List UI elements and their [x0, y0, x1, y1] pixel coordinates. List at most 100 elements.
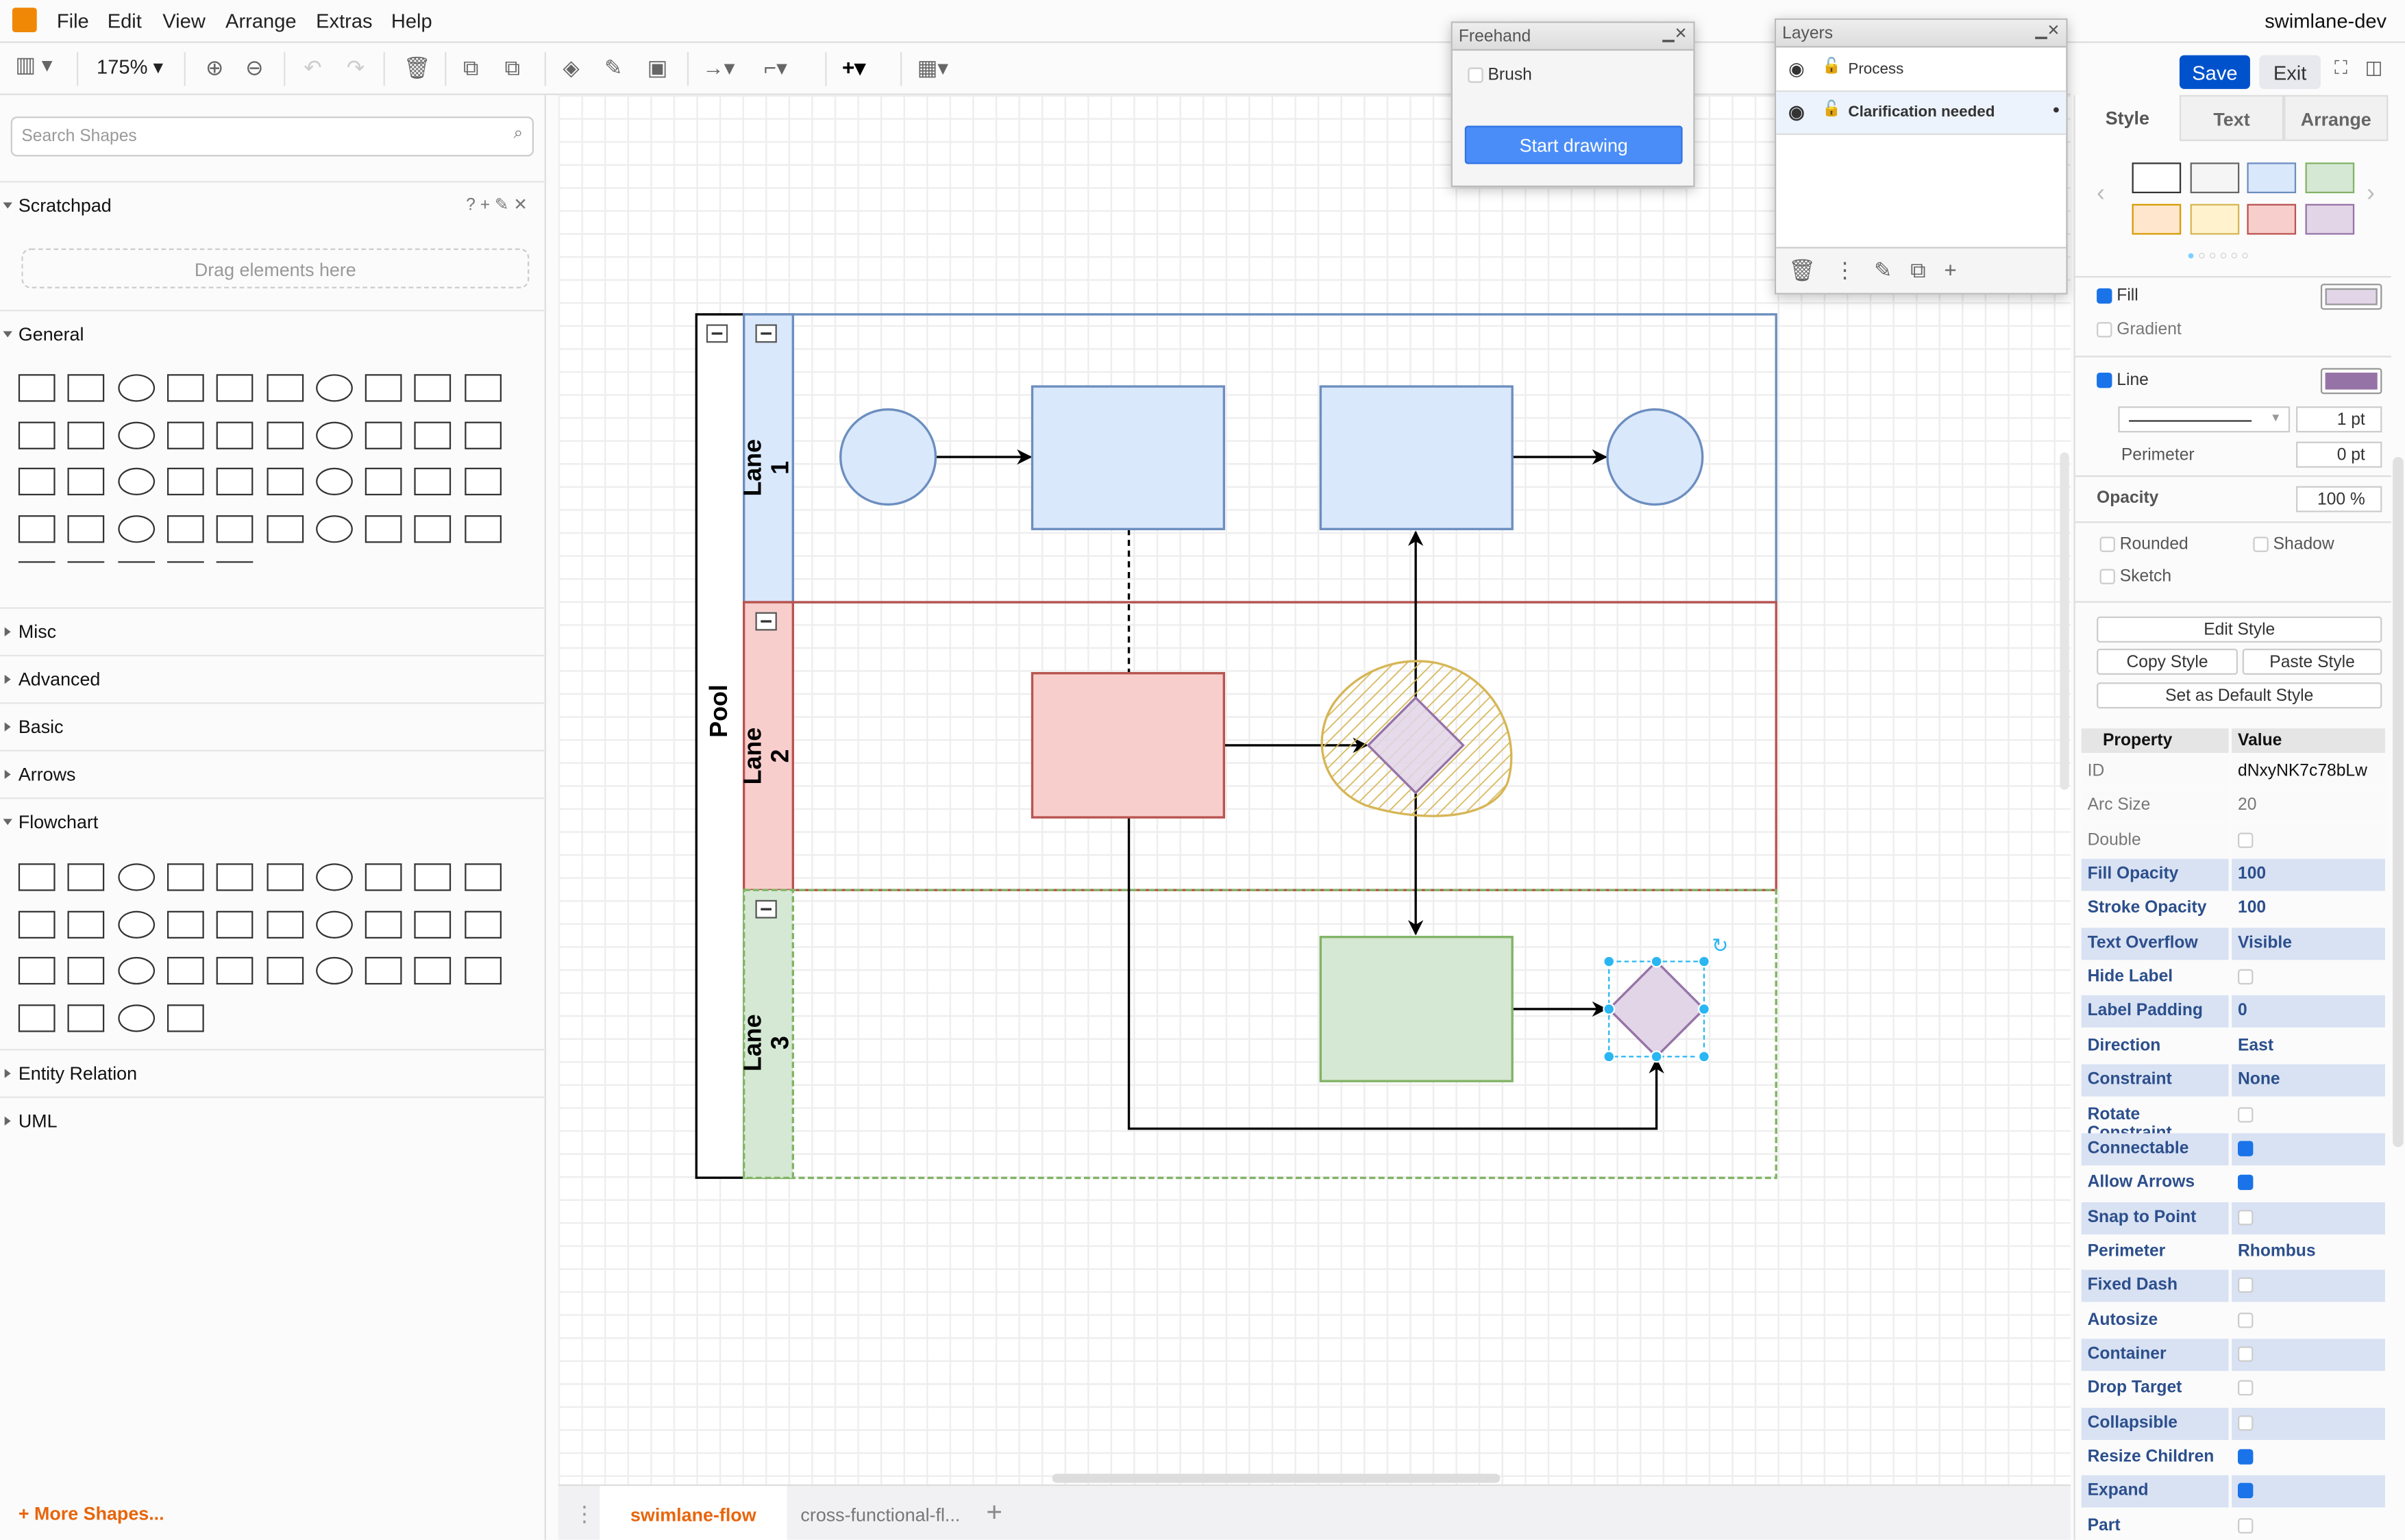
- brush-checkbox[interactable]: Brush: [1468, 66, 1532, 84]
- delete-layer-icon[interactable]: 🗑: [1788, 258, 1834, 282]
- fill-checkbox[interactable]: Fill: [2097, 287, 2138, 305]
- eye-icon[interactable]: ◉: [1788, 101, 1804, 123]
- property-value[interactable]: [2232, 824, 2385, 857]
- property-value[interactable]: [2232, 1270, 2385, 1303]
- resize-handle[interactable]: [1698, 955, 1710, 968]
- canvas-horizontal-scrollbar[interactable]: [1052, 1474, 1501, 1483]
- property-checkbox[interactable]: [2238, 1380, 2254, 1396]
- process-box[interactable]: [1319, 385, 1514, 530]
- style-swatch[interactable]: [2304, 162, 2354, 194]
- property-value[interactable]: 100: [2232, 858, 2385, 891]
- sketch-checkbox[interactable]: Sketch: [2099, 567, 2171, 586]
- copy-style-button[interactable]: Copy Style: [2097, 648, 2238, 675]
- property-column-header[interactable]: Property: [2081, 728, 2229, 754]
- tab-text[interactable]: Text: [2179, 95, 2284, 141]
- property-value[interactable]: [2232, 962, 2385, 994]
- more-icon[interactable]: ⋮: [1834, 258, 1874, 282]
- property-value[interactable]: [2232, 1373, 2385, 1405]
- paste-style-button[interactable]: Paste Style: [2242, 648, 2382, 675]
- style-swatch[interactable]: [2132, 162, 2182, 194]
- save-button[interactable]: Save: [2179, 55, 2250, 89]
- lane-label[interactable]: Lane 3: [741, 1008, 796, 1079]
- page-tab[interactable]: swimlane-flow: [600, 1486, 787, 1540]
- property-value[interactable]: [2232, 1441, 2385, 1474]
- edit-style-button[interactable]: Edit Style: [2097, 616, 2382, 643]
- start-drawing-button[interactable]: Start drawing: [1464, 125, 1683, 164]
- property-checkbox[interactable]: [2238, 1346, 2254, 1362]
- add-page-icon[interactable]: +: [986, 1497, 1002, 1529]
- swatch-next-icon[interactable]: ›: [2367, 181, 2375, 208]
- property-value[interactable]: Visible: [2232, 927, 2385, 960]
- line-color-picker[interactable]: [2320, 368, 2382, 395]
- gradient-checkbox[interactable]: Gradient: [2097, 321, 2182, 339]
- tab-style[interactable]: Style: [2075, 95, 2180, 141]
- property-value[interactable]: [2232, 1304, 2385, 1337]
- property-value[interactable]: [2232, 1510, 2385, 1540]
- property-checkbox[interactable]: [2238, 1312, 2254, 1328]
- fill-color-picker[interactable]: [2320, 284, 2382, 310]
- resize-handle[interactable]: [1603, 1050, 1616, 1063]
- resize-handle[interactable]: [1698, 1050, 1710, 1063]
- property-value[interactable]: 20: [2232, 790, 2385, 823]
- property-checkbox[interactable]: [2238, 1517, 2254, 1534]
- property-checkbox[interactable]: [2238, 1449, 2254, 1465]
- resize-handle[interactable]: [1603, 955, 1616, 968]
- tab-arrange[interactable]: Arrange: [2284, 95, 2389, 141]
- property-checkbox[interactable]: [2238, 1175, 2254, 1191]
- shadow-checkbox[interactable]: Shadow: [2253, 535, 2334, 554]
- unlock-icon[interactable]: 🔓: [1822, 101, 1841, 119]
- perimeter-input[interactable]: 0 pt: [2296, 441, 2382, 468]
- fullscreen-icon[interactable]: ⛶: [2334, 57, 2347, 80]
- property-value[interactable]: [2232, 1201, 2385, 1234]
- format-scrollbar[interactable]: [2393, 457, 2404, 1147]
- resize-handle[interactable]: [1603, 1002, 1616, 1015]
- line-width-input[interactable]: 1 pt: [2296, 406, 2382, 433]
- canvas-vertical-scrollbar[interactable]: [2060, 452, 2069, 790]
- property-checkbox[interactable]: [2238, 969, 2254, 985]
- freehand-header[interactable]: Freehand ▁✕: [1452, 23, 1694, 51]
- panel-close-icon[interactable]: ▁✕: [1662, 26, 1687, 43]
- swatch-prev-icon[interactable]: ‹: [2097, 181, 2105, 208]
- layer-item[interactable]: ◉ 🔓 Process: [1776, 49, 2067, 92]
- property-checkbox[interactable]: [2238, 1278, 2254, 1293]
- property-value[interactable]: [2232, 1099, 2385, 1131]
- lane-label[interactable]: Lane 2: [741, 720, 796, 791]
- property-checkbox[interactable]: [2238, 1141, 2254, 1156]
- exit-button[interactable]: Exit: [2259, 55, 2321, 89]
- style-swatch[interactable]: [2247, 203, 2297, 235]
- process-box[interactable]: [1031, 385, 1226, 530]
- resize-handle[interactable]: [1650, 1050, 1663, 1063]
- property-checkbox[interactable]: [2238, 1483, 2254, 1500]
- pool-header[interactable]: [695, 313, 745, 1179]
- add-layer-icon[interactable]: +: [1944, 258, 1975, 282]
- line-checkbox[interactable]: Line: [2097, 371, 2149, 390]
- selected-diamond[interactable]: [1607, 960, 1706, 1058]
- property-value[interactable]: dNxyNK7c78bLw: [2232, 756, 2385, 788]
- pool-label[interactable]: Pool: [707, 684, 735, 738]
- property-value[interactable]: East: [2232, 1030, 2385, 1063]
- style-swatch[interactable]: [2189, 203, 2239, 235]
- start-circle[interactable]: [839, 408, 937, 506]
- eye-icon[interactable]: ◉: [1788, 58, 1804, 79]
- style-swatch[interactable]: [2132, 203, 2182, 235]
- swatch-pager[interactable]: ● ○ ○ ○ ○ ○: [2187, 249, 2249, 262]
- property-value[interactable]: 0: [2232, 995, 2385, 1028]
- duplicate-layer-icon[interactable]: ⧉: [1910, 258, 1944, 282]
- panel-close-icon[interactable]: ▁✕: [2035, 23, 2060, 40]
- style-swatch[interactable]: [2304, 203, 2354, 235]
- process-box-red[interactable]: [1031, 672, 1226, 819]
- property-value[interactable]: [2232, 1476, 2385, 1508]
- resize-handle[interactable]: [1698, 1002, 1710, 1015]
- style-swatch[interactable]: [2189, 162, 2239, 194]
- lane-3[interactable]: [743, 889, 1777, 1180]
- rotate-handle-icon[interactable]: ↻: [1712, 935, 1728, 957]
- property-value[interactable]: [2232, 1167, 2385, 1200]
- layer-item[interactable]: ◉ 🔓 Clarification needed ●: [1776, 92, 2067, 135]
- property-value[interactable]: 100: [2232, 893, 2385, 926]
- property-value[interactable]: None: [2232, 1064, 2385, 1097]
- property-checkbox[interactable]: [2238, 1415, 2254, 1430]
- lane-label[interactable]: Lane 1: [741, 432, 796, 503]
- property-checkbox[interactable]: [2238, 1209, 2254, 1225]
- unlock-icon[interactable]: 🔓: [1822, 58, 1841, 75]
- layers-header[interactable]: Layers ▁✕: [1776, 20, 2067, 48]
